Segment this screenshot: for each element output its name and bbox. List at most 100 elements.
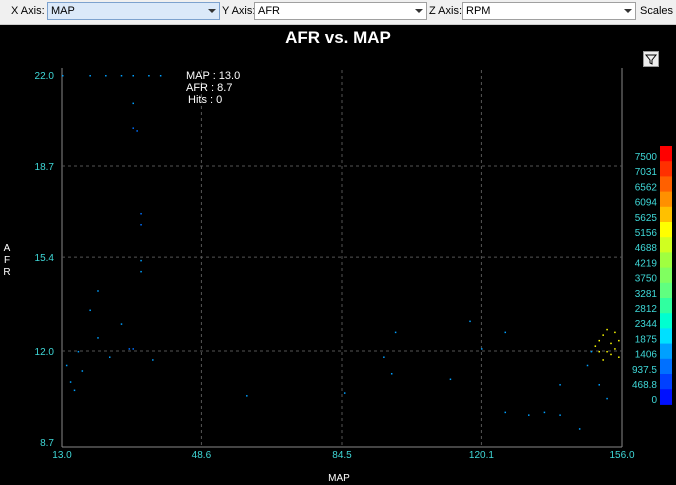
- data-point: [343, 392, 346, 394]
- data-point: [606, 350, 608, 353]
- y-axis-title-letter: R: [3, 267, 10, 278]
- colorbar-tick-label: 7031: [635, 167, 658, 178]
- y-axis-title-letter: F: [4, 255, 10, 266]
- data-point: [602, 334, 604, 336]
- data-point: [598, 384, 601, 386]
- colorbar-tick-label: 2344: [635, 319, 658, 330]
- data-point: [504, 411, 507, 414]
- y-tick-label: 15.4: [35, 253, 55, 264]
- colorbar-tick-label: 6094: [635, 198, 658, 209]
- colorbar-tick-label: 4688: [635, 243, 658, 254]
- colorbar-tick-label: 2812: [635, 304, 658, 315]
- data-point: [469, 320, 471, 323]
- colorbar-tick-label: 6562: [635, 182, 658, 193]
- data-point: [449, 378, 452, 381]
- y-axis-title-letter: A: [4, 243, 11, 254]
- data-point: [246, 395, 248, 397]
- data-point: [586, 364, 589, 367]
- data-point: [132, 348, 134, 350]
- data-point: [77, 350, 80, 353]
- data-point: [69, 381, 72, 383]
- colorbar-tick-label: 4219: [635, 258, 658, 269]
- data-point: [89, 75, 91, 77]
- data-point: [614, 348, 616, 350]
- colorbar-swatch: [660, 328, 672, 345]
- data-point: [97, 290, 99, 292]
- colorbar-swatch: [660, 313, 672, 329]
- data-point: [606, 397, 608, 400]
- data-point: [614, 331, 616, 334]
- data-point: [590, 350, 593, 353]
- data-point: [610, 353, 612, 356]
- x-tick-label: 84.5: [332, 450, 352, 461]
- data-point: [159, 75, 162, 77]
- x-tick-label: 120.1: [469, 450, 494, 461]
- x-tick-label: 156.0: [609, 450, 634, 461]
- data-point: [73, 389, 76, 392]
- data-point: [105, 75, 107, 77]
- colorbar-swatch: [660, 343, 672, 360]
- colorbar-tick-label: 1406: [635, 350, 658, 361]
- colorbar-swatch: [660, 358, 672, 375]
- colorbar-swatch: [660, 282, 672, 299]
- colorbar-swatch: [660, 176, 672, 193]
- data-point: [504, 331, 507, 334]
- data-point: [394, 331, 397, 334]
- colorbar-swatch: [660, 191, 672, 208]
- colorbar-tick-label: 1875: [635, 334, 658, 345]
- data-point: [383, 356, 385, 358]
- data-point: [390, 373, 393, 375]
- data-point: [152, 359, 154, 361]
- x-tick-label: 48.6: [192, 450, 212, 461]
- readout-afr: AFR : 8.7: [186, 82, 233, 94]
- data-point: [606, 328, 608, 331]
- cursor-readout: MAP : 13.0 AFR : 8.7 Hits : 0: [186, 70, 240, 106]
- data-point: [559, 414, 561, 416]
- data-point: [128, 348, 131, 350]
- data-point: [120, 323, 123, 325]
- y-tick-label: 12.0: [35, 347, 55, 358]
- data-point: [65, 364, 68, 367]
- colorbar-swatch: [660, 222, 672, 238]
- data-point: [120, 75, 123, 77]
- data-point: [598, 339, 601, 342]
- readout-map: MAP : 13.0: [186, 70, 241, 82]
- colorbar-swatch: [660, 146, 672, 162]
- data-point: [140, 224, 142, 226]
- colorbar-swatch: [660, 206, 672, 223]
- data-point: [618, 356, 620, 358]
- data-point: [140, 259, 142, 262]
- data-point: [598, 350, 601, 353]
- colorbar-tick-label: 468.8: [632, 380, 657, 391]
- colorbar-tick-label: 7500: [635, 152, 658, 163]
- data-point: [89, 309, 91, 312]
- data-point: [108, 356, 111, 358]
- colorbar-swatch: [660, 161, 672, 177]
- data-point: [136, 130, 138, 132]
- data-point: [559, 384, 561, 386]
- colorbar-swatch: [660, 389, 672, 405]
- data-point: [618, 339, 620, 342]
- scatter-chart[interactable]: 13.0 48.6 84.5 120.1 156.0 22.0 18.7 15.4 12.0 8.…: [0, 0, 676, 485]
- data-point: [148, 75, 150, 77]
- colorbar-tick-label: 3750: [635, 274, 658, 285]
- data-point: [481, 348, 483, 350]
- colorbar-swatch: [660, 252, 672, 269]
- data-point: [140, 212, 142, 215]
- colorbar-swatch: [660, 267, 672, 284]
- data-point: [132, 75, 134, 77]
- colorbar-tick-label: 5625: [635, 213, 658, 224]
- data-point: [543, 411, 546, 414]
- colorbar-tick-label: 0: [651, 395, 657, 406]
- colorbar-swatch: [660, 374, 672, 390]
- y-tick-label: 18.7: [35, 162, 55, 173]
- y-tick-label: 22.0: [35, 71, 55, 82]
- x-tick-label: 13.0: [52, 450, 72, 461]
- colorbar-tick-label: 3281: [635, 289, 658, 300]
- data-point: [602, 359, 604, 361]
- data-point: [97, 337, 99, 339]
- data-point: [62, 75, 64, 77]
- data-point: [132, 127, 134, 129]
- x-axis-title: MAP: [328, 473, 350, 484]
- data-point: [132, 102, 134, 105]
